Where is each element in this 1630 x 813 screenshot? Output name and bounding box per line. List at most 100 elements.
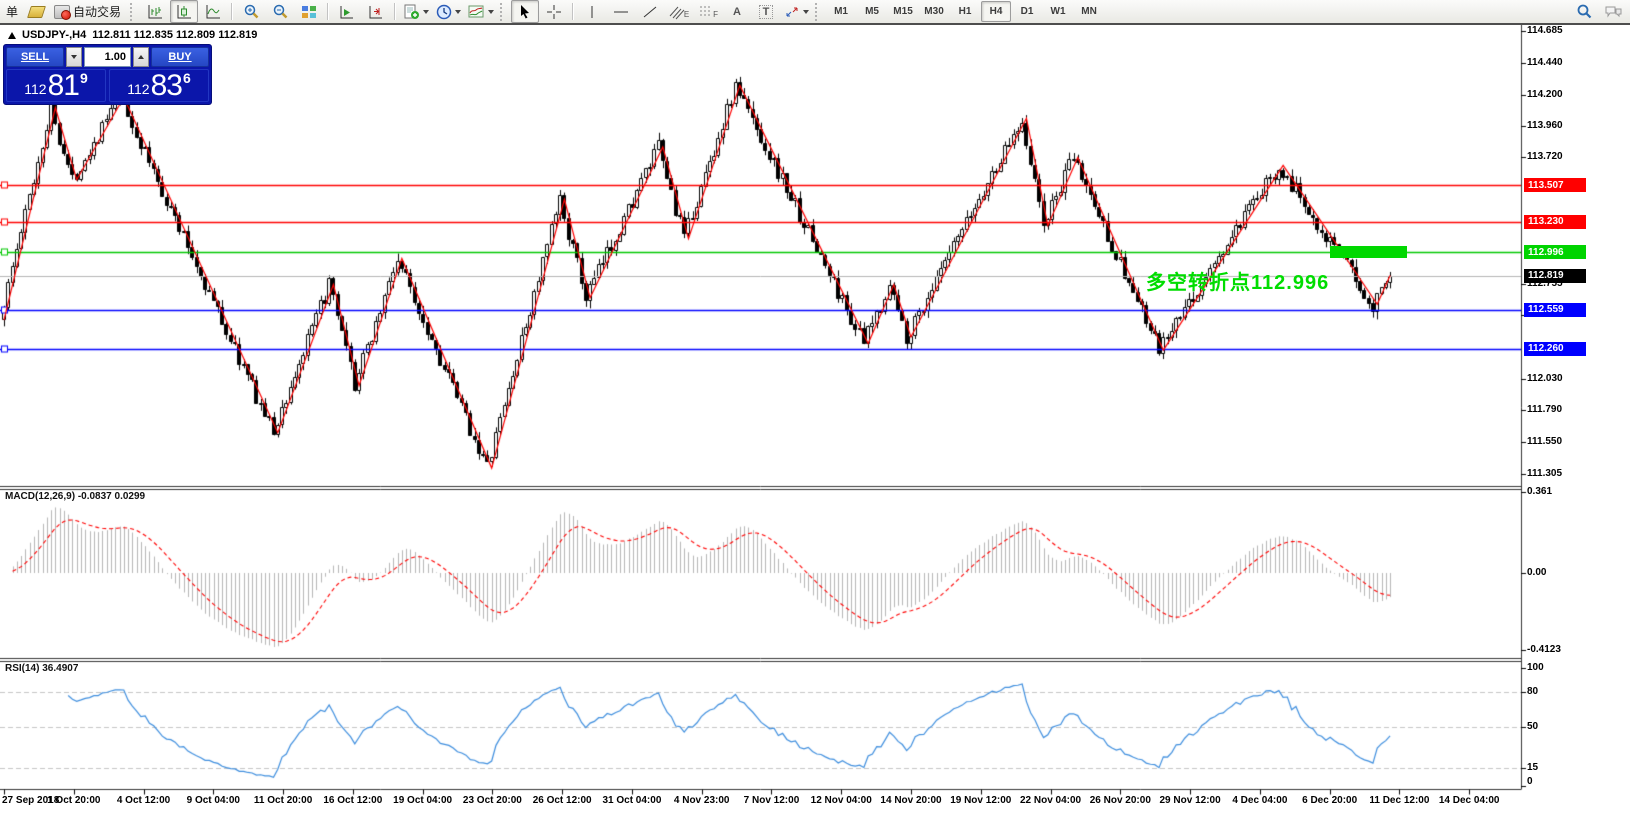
toolbar-separator — [394, 3, 396, 20]
equidistant-channel-button[interactable]: E — [665, 0, 693, 23]
period-button[interactable] — [433, 0, 464, 23]
price-tick-label: 111.790 — [1527, 404, 1562, 415]
price-line-badge: 113.507 — [1524, 178, 1586, 192]
chart-canvas[interactable] — [0, 25, 1630, 813]
new-order-icon — [27, 6, 46, 18]
chat-button[interactable] — [1599, 0, 1627, 23]
buy-price-pip: 6 — [183, 70, 191, 86]
rsi-name: RSI(14) — [5, 663, 39, 674]
time-tick-label: 16 Oct 12:00 — [323, 795, 382, 806]
buy-price-display[interactable]: 112 83 6 — [109, 69, 209, 102]
rsi-tick-label: 15 — [1527, 762, 1538, 773]
toolbar-grip[interactable] — [500, 3, 506, 21]
timeframe-h4[interactable]: H4 — [981, 1, 1011, 22]
indicators-button[interactable] — [465, 0, 497, 23]
search-button[interactable] — [1570, 0, 1598, 23]
vertical-line-button[interactable] — [578, 0, 606, 23]
toolbar-grip[interactable] — [815, 3, 821, 21]
zoom-in-button[interactable] — [237, 0, 265, 23]
time-tick-label: 11 Oct 20:00 — [254, 795, 312, 806]
horizontal-line-button[interactable] — [607, 0, 635, 23]
candlestick-chart-button[interactable] — [170, 0, 198, 23]
macd-tick-label: 0.361 — [1527, 486, 1552, 497]
buy-button[interactable]: BUY — [151, 47, 209, 67]
channel-letter: E — [684, 10, 689, 19]
sell-price-big: 81 — [48, 72, 79, 100]
trendline-icon — [642, 4, 658, 20]
dropdown-caret-icon — [488, 10, 494, 14]
timeframe-m1[interactable]: M1 — [826, 1, 856, 22]
chart-ohlc-values: 112.811 112.835 112.809 112.819 — [92, 29, 257, 41]
tile-windows-button[interactable] — [295, 0, 323, 23]
new-chart-icon — [403, 4, 420, 20]
volume-field[interactable]: 1.00 — [84, 47, 131, 67]
macd-tick-label: -0.4123 — [1527, 644, 1561, 655]
time-tick-label: 7 Nov 12:00 — [744, 795, 800, 806]
one-click-trading-panel: SELL 1.00 BUY 112 81 9 112 83 6 — [3, 44, 212, 105]
trendline-button[interactable] — [636, 0, 664, 23]
zoom-out-button[interactable] — [266, 0, 294, 23]
crosshair-button[interactable] — [540, 0, 568, 23]
dropdown-caret-icon — [803, 10, 809, 14]
text-label-button[interactable]: T — [752, 0, 780, 23]
toolbar-separator — [572, 3, 574, 20]
volume-increase-button[interactable] — [133, 47, 149, 67]
chat-icon — [1604, 4, 1623, 20]
orders-label-partial[interactable]: 单 — [3, 3, 21, 20]
cursor-icon — [518, 4, 532, 19]
arrows-icon — [784, 4, 800, 20]
macd-tick-label: 0.00 — [1527, 567, 1546, 578]
channel-icon — [669, 4, 685, 20]
time-tick-label: 11 Dec 12:00 — [1369, 795, 1429, 806]
timeframe-m30[interactable]: M30 — [919, 1, 949, 22]
text-tool-letter: A — [733, 6, 741, 18]
toolbar-grip[interactable] — [130, 3, 136, 21]
timeframe-d1[interactable]: D1 — [1012, 1, 1042, 22]
timeframe-m5[interactable]: M5 — [857, 1, 887, 22]
cursor-button[interactable] — [511, 0, 539, 23]
time-tick-label: 19 Nov 12:00 — [950, 795, 1011, 806]
time-tick-label: 4 Nov 23:00 — [674, 795, 730, 806]
time-tick-label: 29 Nov 12:00 — [1160, 795, 1221, 806]
timeframe-h1[interactable]: H1 — [950, 1, 980, 22]
rsi-tick-label: 80 — [1527, 686, 1538, 697]
turning-point-annotation[interactable]: 多空转折点112.996 — [1146, 266, 1329, 295]
time-tick-label: 26 Nov 20:00 — [1090, 795, 1151, 806]
time-tick-label: 12 Nov 04:00 — [811, 795, 872, 806]
timeframe-w1[interactable]: W1 — [1043, 1, 1073, 22]
new-chart-button[interactable] — [400, 0, 432, 23]
turning-point-highlight-bar[interactable] — [1330, 246, 1407, 258]
rsi-value: 36.4907 — [42, 663, 78, 674]
bar-chart-button[interactable] — [141, 0, 169, 23]
toolbar-separator — [327, 3, 329, 20]
auto-scroll-button[interactable] — [333, 0, 361, 23]
collapse-icon[interactable] — [8, 32, 16, 39]
arrows-button[interactable] — [781, 0, 812, 23]
new-order-button[interactable] — [22, 0, 50, 23]
rsi-tick-label: 100 — [1527, 662, 1544, 673]
fibonacci-letter: F — [713, 10, 718, 19]
buy-price-prefix: 112 — [127, 81, 149, 97]
toolbar-separator — [231, 3, 233, 20]
crosshair-icon — [546, 4, 562, 20]
line-chart-button[interactable] — [199, 0, 227, 23]
chart-shift-button[interactable] — [362, 0, 390, 23]
sell-price-display[interactable]: 112 81 9 — [6, 69, 106, 102]
volume-decrease-button[interactable] — [66, 47, 82, 67]
rsi-tick-label: 50 — [1527, 721, 1538, 732]
timeframe-mn[interactable]: MN — [1074, 1, 1104, 22]
fibonacci-button[interactable]: F — [694, 0, 722, 23]
sell-price-prefix: 112 — [24, 81, 46, 97]
sell-button[interactable]: SELL — [6, 47, 64, 67]
text-button[interactable]: A — [723, 0, 751, 23]
time-tick-label: 26 Oct 12:00 — [533, 795, 592, 806]
indicators-icon — [468, 4, 485, 20]
autotrading-button[interactable]: 自动交易 — [51, 0, 127, 23]
price-tick-label: 111.550 — [1527, 436, 1562, 447]
time-tick-label: 4 Dec 04:00 — [1232, 795, 1287, 806]
macd-values: -0.0837 0.0299 — [78, 491, 145, 502]
autotrading-label: 自动交易 — [70, 3, 124, 20]
line-chart-icon — [205, 4, 221, 20]
dropdown-caret-icon — [455, 10, 461, 14]
timeframe-m15[interactable]: M15 — [888, 1, 918, 22]
